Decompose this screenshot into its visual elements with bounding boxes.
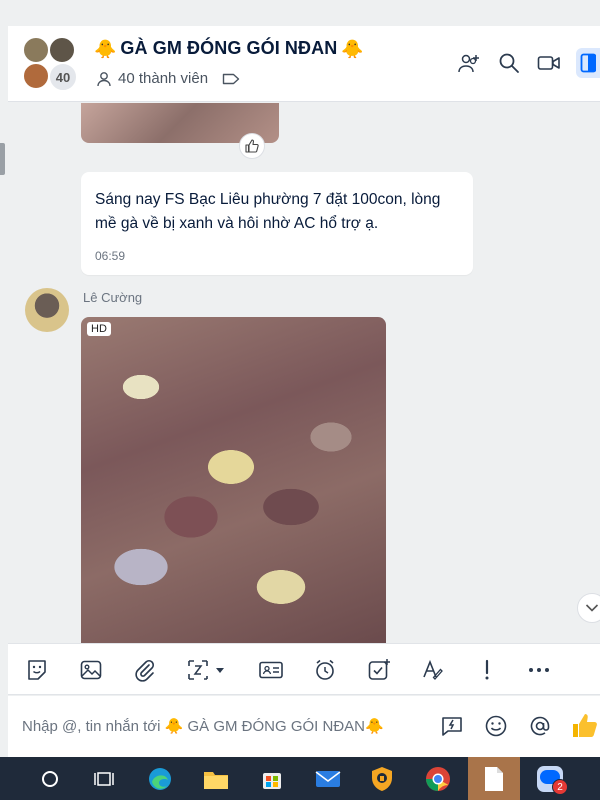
task-view-button[interactable] [34,763,66,795]
reminder-icon [316,659,334,680]
sticker-button[interactable] [24,657,50,683]
mention-icon [530,716,550,736]
task-view-icon [94,772,114,786]
photo-message[interactable]: HD [81,317,386,643]
composer-toolbar [8,643,600,695]
widgets-button[interactable] [88,763,120,795]
mail-app[interactable] [312,763,344,795]
task-icon [368,659,390,680]
left-indicator [0,143,5,175]
file-explorer-app[interactable] [200,763,232,795]
vpn-app[interactable] [366,763,398,795]
sender-name: Lê Cường [83,290,143,305]
message-composer [8,696,600,757]
search-icon [499,53,519,73]
sidebar-toggle-button[interactable] [576,48,600,78]
task-button[interactable] [366,657,392,683]
zalo-app[interactable]: 2 [530,763,570,795]
scroll-to-bottom-button[interactable] [577,593,600,623]
add-member-icon [458,54,479,73]
message-text: Sáng nay FS Bạc Liêu phường 7 đặt 100con… [95,191,441,232]
image-button[interactable] [78,657,104,683]
image-icon [80,660,102,680]
member-avatar [22,62,50,90]
screenshot-button[interactable] [186,657,230,683]
video-call-button[interactable] [536,50,562,76]
shield-icon [372,767,392,791]
duck-emoji: 🐥 [341,38,364,59]
text-message-bubble[interactable]: Sáng nay FS Bạc Liêu phường 7 đặt 100con… [81,172,473,275]
thumbs-up-icon [245,139,259,153]
chrome-icon [426,767,450,791]
left-strip [0,0,8,757]
store-app[interactable] [256,763,288,795]
chevron-down-icon [585,604,599,612]
notification-badge: 2 [552,779,568,795]
reminder-button[interactable] [312,657,338,683]
mail-icon [315,771,341,787]
member-info[interactable]: 40 thành viên [96,70,240,87]
contact-card-icon [259,661,283,679]
attachment-icon [135,659,155,682]
member-count-avatar: 40 [48,62,78,92]
mention-button[interactable] [526,712,554,740]
edge-app[interactable] [144,763,176,795]
quick-message-icon [442,717,462,736]
header-actions [456,48,600,78]
user-icon [97,71,111,86]
quick-message-button[interactable] [438,712,466,740]
os-taskbar: 2 [0,757,600,800]
folder-icon [204,772,228,789]
video-call-icon [537,56,560,70]
group-avatar[interactable]: 40 [22,36,82,92]
sticker-icon [28,660,46,680]
hd-badge: HD [87,322,111,336]
chat-header: 40 🐥 GÀ GM ĐÓNG GÓI NĐAN 🐥 40 thành viên [8,26,600,102]
thumbs-up-icon [573,714,597,737]
message-time: 06:59 [95,249,126,263]
emoji-button[interactable] [482,712,510,740]
message-input[interactable] [22,714,432,738]
send-like-button[interactable] [570,712,598,740]
chrome-app[interactable] [422,763,454,795]
reaction-button[interactable] [239,133,265,159]
circle-icon [42,771,58,787]
group-title: GÀ GM ĐÓNG GÓI NĐAN [120,38,338,58]
screenshot-icon [188,660,224,680]
group-title-row[interactable]: 🐥 GÀ GM ĐÓNG GÓI NĐAN 🐥 [94,38,364,59]
members-text: 40 thành viên [118,70,209,87]
tag-icon[interactable] [222,72,240,86]
avatar[interactable] [25,288,69,332]
member-avatar [22,36,50,64]
sidebar-toggle-icon [580,53,596,73]
text-format-button[interactable] [420,657,446,683]
document-app[interactable] [468,757,520,800]
add-member-button[interactable] [456,50,482,76]
edge-icon [149,768,171,790]
text-format-icon [423,659,443,680]
more-icon [529,668,549,672]
important-icon [485,659,489,680]
attachment-button[interactable] [132,657,158,683]
search-button[interactable] [496,50,522,76]
more-button[interactable] [526,657,552,683]
chat-area[interactable]: Sáng nay FS Bạc Liêu phường 7 đặt 100con… [8,103,600,643]
emoji-icon [485,715,507,737]
duck-emoji: 🐥 [94,38,117,59]
member-avatar [48,36,76,64]
document-icon [485,766,503,791]
contact-card-button[interactable] [258,657,284,683]
store-icon [263,773,281,789]
important-button[interactable] [474,657,500,683]
